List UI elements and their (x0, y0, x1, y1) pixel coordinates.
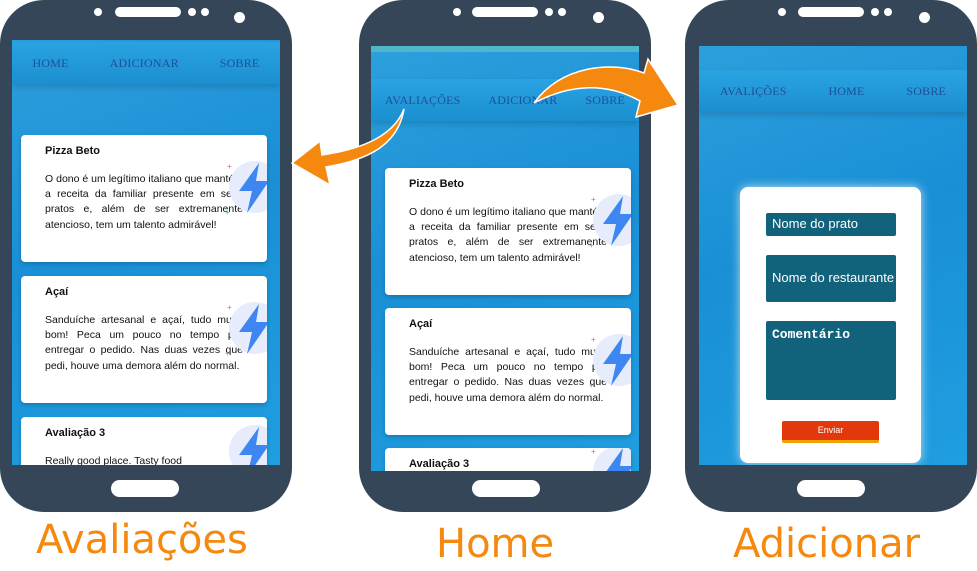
home-button[interactable] (797, 480, 865, 497)
review-text: O dono é um legítimo italiano que mantém… (409, 206, 607, 264)
svg-text:+: + (589, 241, 594, 250)
submit-button[interactable]: Enviar (782, 421, 879, 443)
front-camera (234, 12, 245, 23)
review-title: Açaí (45, 286, 69, 298)
review-title: Açaí (409, 318, 433, 330)
lightning-icon: + + (225, 161, 267, 217)
svg-text:+: + (225, 208, 230, 217)
review-card[interactable]: Pizza Beto O dono é um legítimo italiano… (385, 168, 631, 295)
nav-home[interactable]: HOME (33, 56, 69, 71)
review-title: Avaliação 3 (45, 427, 106, 439)
nav-sobre[interactable]: SOBRE (220, 56, 260, 71)
review-card[interactable]: Pizza Beto O dono é um legítimo italiano… (21, 135, 267, 262)
nav-avaliacoes[interactable]: AVALIÇÕES (720, 84, 787, 99)
lightning-icon: + + (589, 334, 631, 390)
sensor-dot (545, 8, 553, 16)
review-text: O dono é um legítimo italiano que mantém… (45, 173, 243, 231)
lightning-icon (229, 425, 267, 465)
sensor-dot (558, 8, 566, 16)
review-title: Avaliação 3 (409, 458, 470, 470)
home-button[interactable] (472, 480, 540, 497)
phone-avaliacoes: HOME ADICIONAR SOBRE Pizza Beto O dono é… (0, 0, 292, 512)
sensor-dot (188, 8, 196, 16)
sensor-dot (778, 8, 786, 16)
navbar: AVALIÇÕES HOME SOBRE (699, 70, 967, 112)
svg-text:+: + (227, 162, 232, 171)
nav-adicionar[interactable]: ADICIONAR (110, 56, 179, 71)
nav-home[interactable]: HOME (828, 84, 864, 99)
front-camera (919, 12, 930, 23)
restaurant-name-input[interactable]: Nome do restaurante (766, 255, 896, 302)
svg-text:+: + (591, 448, 596, 456)
sensor-dot (201, 8, 209, 16)
lightning-icon: + + (589, 194, 631, 250)
navbar: HOME ADICIONAR SOBRE (12, 42, 280, 84)
review-text: Sanduíche artesanal e açaí, tudo muito b… (409, 346, 607, 404)
review-title: Pizza Beto (45, 145, 101, 157)
screen-adicionar: AVALIÇÕES HOME SOBRE Nome do prato Nome … (699, 46, 967, 465)
comment-textarea[interactable]: Comentário (766, 321, 896, 400)
review-text: Sanduíche artesanal e açaí, tudo muito b… (45, 314, 243, 372)
dish-name-input[interactable]: Nome do prato (766, 213, 896, 236)
screen-avaliacoes: HOME ADICIONAR SOBRE Pizza Beto O dono é… (12, 40, 280, 465)
speaker-grille (472, 7, 538, 17)
review-text: Really good place. Tasty food (45, 455, 182, 465)
lightning-icon: + + (225, 302, 267, 358)
svg-text:+: + (589, 381, 594, 390)
sensor-dot (94, 8, 102, 16)
nav-sobre[interactable]: SOBRE (906, 84, 946, 99)
speaker-grille (115, 7, 181, 17)
home-button[interactable] (111, 480, 179, 497)
sensor-dot (884, 8, 892, 16)
review-card[interactable]: Açaí Sanduíche artesanal e açaí, tudo mu… (385, 308, 631, 435)
lightning-icon: + (591, 448, 631, 471)
caption-adicionar: Adicionar (733, 521, 921, 567)
add-review-form: Nome do prato Nome do restaurante Coment… (740, 187, 921, 463)
review-card[interactable]: Avaliação 3 + (385, 448, 631, 471)
svg-text:+: + (227, 303, 232, 312)
curved-arrow-icon (290, 108, 405, 187)
review-card[interactable]: Açaí Sanduíche artesanal e açaí, tudo mu… (21, 276, 267, 403)
review-card[interactable]: Avaliação 3 Really good place. Tasty foo… (21, 417, 267, 465)
svg-text:+: + (591, 335, 596, 344)
front-camera (593, 12, 604, 23)
speaker-grille (798, 7, 864, 17)
svg-text:+: + (225, 349, 230, 358)
sensor-dot (871, 8, 879, 16)
caption-home: Home (436, 521, 555, 567)
caption-avaliacoes: Avaliações (36, 517, 248, 563)
review-title: Pizza Beto (409, 178, 465, 190)
curved-arrow-icon (533, 57, 680, 119)
sensor-dot (453, 8, 461, 16)
phone-adicionar: AVALIÇÕES HOME SOBRE Nome do prato Nome … (685, 0, 977, 512)
svg-text:+: + (591, 195, 596, 204)
